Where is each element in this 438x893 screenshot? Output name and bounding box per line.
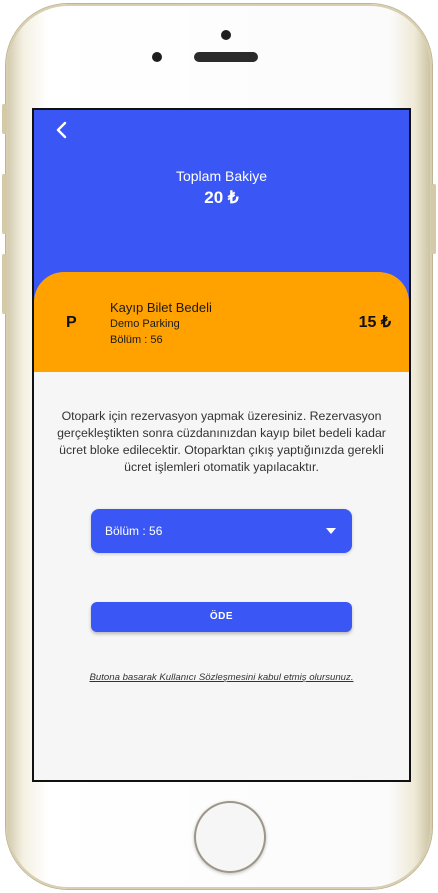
balance-label: Toplam Bakiye [175,168,268,184]
ticket-price: 15 ₺ [358,314,391,331]
phone-side-button [2,104,7,134]
section-dropdown[interactable]: Bölüm : 56 [91,509,352,553]
earpiece-speaker [194,52,258,62]
caret-down-icon [326,528,336,534]
front-camera [221,30,231,40]
phone-power-button [431,184,436,254]
back-button[interactable] [50,118,74,142]
balance-amount: 20 ₺ [204,188,239,207]
parking-icon: P [66,314,77,331]
terms-link[interactable]: Butona basarak Kullanıcı Sözleşmesini ka… [34,672,409,683]
phone-volume-up [2,174,7,234]
ticket-title: Kayıp Bilet Bedeli [110,300,212,315]
section-dropdown-value: Bölüm : 56 [105,524,163,538]
pay-button[interactable]: ÖDE [91,602,352,632]
reservation-description: Otopark için rezervasyon yapmak üzeresin… [57,409,386,474]
phone-volume-down [2,254,7,314]
lost-ticket-card: P Kayıp Bilet Bedeli Demo Parking Bölüm … [34,272,409,372]
parking-name: Demo Parking [110,318,180,330]
front-sensor [152,52,162,62]
parking-section: Bölüm : 56 [110,334,163,346]
home-button[interactable] [194,801,266,873]
app-screen: Toplam Bakiye 20 ₺ P Kayıp Bilet Bedeli … [34,110,409,780]
chevron-left-icon [56,121,67,139]
